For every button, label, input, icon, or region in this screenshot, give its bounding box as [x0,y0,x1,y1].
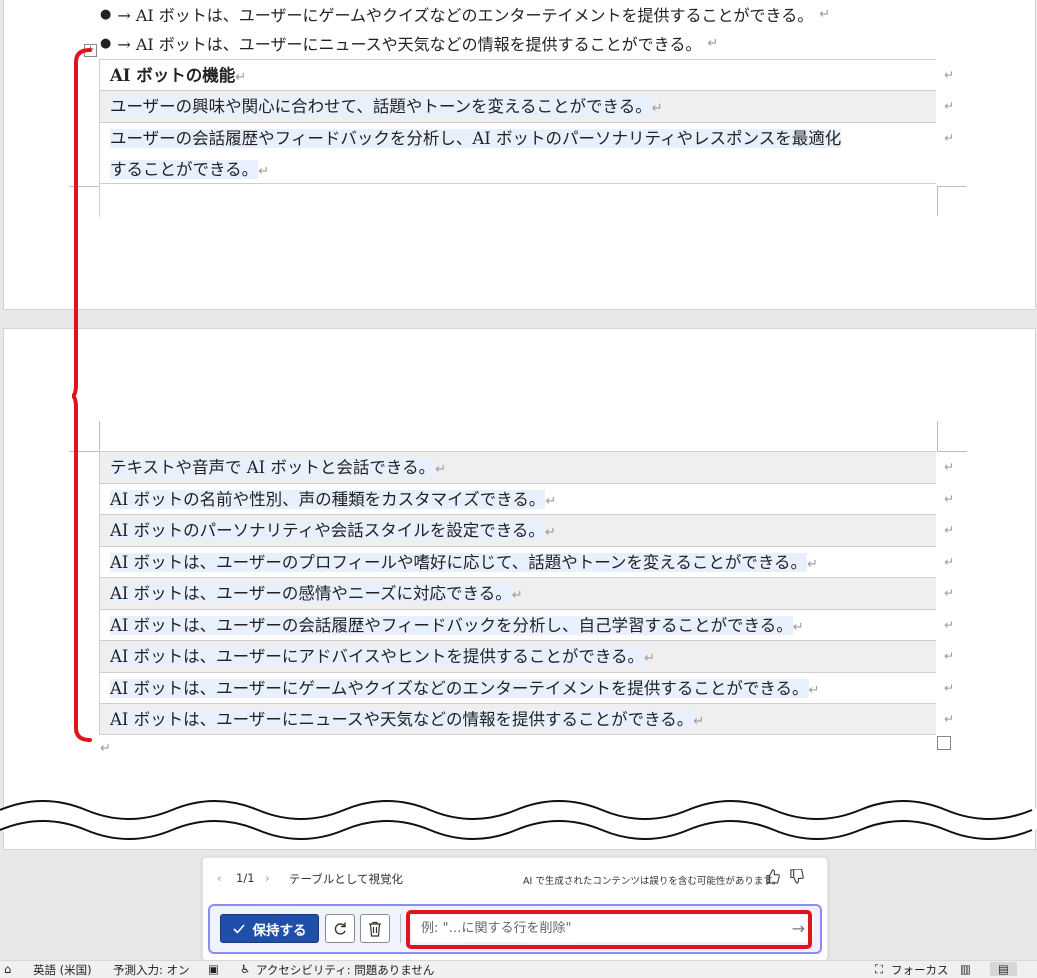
paragraph-mark: ↵ [819,6,831,22]
row-end-mark: ↵ [943,460,954,474]
check-icon [232,923,245,934]
page-corner-mark [937,451,967,452]
accessibility-icon[interactable]: ♿ [240,962,250,976]
trash-icon [369,921,381,937]
table-row[interactable]: AI ボットの機能↵ ↵ [100,59,954,90]
table-cell-continued: することができる。 [110,160,259,179]
row-end-mark: ↵ [943,618,954,632]
read-mode-icon[interactable]: ▥ [960,962,971,976]
bullet-item[interactable]: ● → AI ボットは、ユーザーにゲームやクイズなどのエンターテイメントを提供す… [100,2,830,26]
thumbs-up-icon[interactable] [765,869,780,887]
regenerate-icon [334,922,346,935]
table-resize-handle[interactable] [937,736,951,750]
row-end-mark: ↵ [943,523,954,537]
table-cell: AI ボットのパーソナリティや会話スタイルを設定できる。 [110,521,545,540]
table-row[interactable]: AI ボットは、ユーザーの会話履歴やフィードバックを分析し、自己学習することがで… [100,609,954,640]
red-bracket-annotation [71,48,92,742]
table-row[interactable]: テキストや音声で AI ボットと会話できる。↵ ↵ [100,451,954,483]
macro-icon[interactable]: ▣ [208,962,219,976]
keep-button-label: 保持する [252,922,307,939]
row-end-mark: ↵ [943,99,954,113]
bullet-item[interactable]: ● → AI ボットは、ユーザーにニュースや天気などの情報を提供することができる… [100,31,718,55]
table-cell: AI ボットは、ユーザーにニュースや天気などの情報を提供することができる。 [110,710,694,729]
table-row[interactable]: AI ボットは、ユーザーの感情やニーズに対応できる。↵ ↵ [100,577,954,609]
page-corner-mark [99,421,100,451]
table-row[interactable]: AI ボットは、ユーザーのプロフィールや嗜好に応じて、話題やトーンを変えることが… [100,546,954,577]
paragraph-mark: ↵ [100,741,111,756]
page-corner-mark [937,421,938,451]
red-highlight-box [406,910,812,949]
page-corner-mark [937,186,967,187]
table-cell: AI ボットは、ユーザーのプロフィールや嗜好に応じて、話題やトーンを変えることが… [110,553,808,572]
row-end-mark: ↵ [943,681,954,695]
paragraph-mark: ↵ [235,70,247,85]
table-cell: テキストや音声で AI ボットと会話できる。 [110,458,436,477]
row-end-mark: ↵ [943,649,954,663]
table-row[interactable]: AI ボットの名前や性別、声の種類をカスタマイズできる。↵ ↵ [100,483,954,514]
paragraph-mark: ↵ [258,164,270,179]
accessibility-status[interactable]: アクセシビリティ: 問題ありません [256,962,434,978]
table-border [99,451,100,735]
table-header-cell: AI ボットの機能 [110,66,236,85]
bullet-text: → AI ボットは、ユーザーにニュースや天気などの情報を提供することができる。 [117,35,702,54]
table-cell: AI ボットは、ユーザーの感情やニーズに対応できる。 [110,584,512,603]
paragraph-mark: ↵ [545,494,557,509]
wavy-cut-divider [0,800,1037,840]
row-end-mark: ↵ [943,555,954,569]
ai-disclaimer: AI で生成されたコンテンツは誤りを含む可能性があります。 [523,876,782,887]
page-corner-mark [937,186,938,216]
thumbs-down-icon[interactable] [789,868,804,887]
paragraph-mark: ↵ [511,588,523,603]
bullet-text: → AI ボットは、ユーザーにゲームやクイズなどのエンターテイメントを提供するこ… [117,6,814,25]
table-cell: AI ボットは、ユーザーの会話履歴やフィードバックを分析し、自己学習することがで… [110,616,793,635]
panel-title: テーブルとして視覚化 [289,872,403,886]
bullet-dot: ● [100,35,112,51]
keep-button[interactable]: 保持する [220,914,319,943]
paragraph-mark: ↵ [435,462,447,477]
row-end-mark: ↵ [943,712,954,726]
predictive-input-status[interactable]: 予測入力: オン [113,962,190,978]
table-row[interactable]: ユーザーの興味や関心に合わせて、話題やトーンを変えることができる。↵ ↵ [100,90,954,122]
row-end-mark: ↵ [943,68,954,82]
focus-icon[interactable]: ⛶ [875,962,883,977]
table-row[interactable]: AI ボットのパーソナリティや会話スタイルを設定できる。↵ ↵ [100,514,954,546]
table-1[interactable]: AI ボットの機能↵ ↵ ユーザーの興味や関心に合わせて、話題やトーンを変えるこ… [100,59,954,184]
spelling-icon[interactable]: ⌂ [4,962,11,976]
paragraph-mark: ↵ [792,620,804,635]
panel-header: ‹ 1/1 › テーブルとして視覚化 AI で生成されたコンテンツは誤りを含む可… [203,868,827,889]
row-end-mark: ↵ [943,492,954,506]
row-end-mark: ↵ [943,131,954,145]
paragraph-mark: ↵ [693,714,705,729]
table-cell: ユーザーの興味や関心に合わせて、話題やトーンを変えることができる。 [110,97,652,116]
row-end-mark: ↵ [943,586,954,600]
paragraph-mark: ↵ [807,557,818,572]
table-border [99,59,100,217]
print-layout-icon[interactable]: ▤ [990,962,1017,976]
toolbar-divider [400,914,401,943]
paragraph-mark: ↵ [644,651,655,666]
table-row[interactable]: AI ボットは、ユーザーにアドバイスやヒントを提供することができる。↵ ↵ [100,640,954,672]
table-row[interactable]: AI ボットは、ユーザーにニュースや天気などの情報を提供することができる。↵ ↵ [100,703,954,735]
table-cell: AI ボットの名前や性別、声の種類をカスタマイズできる。 [110,490,546,509]
table-row[interactable]: ユーザーの会話履歴やフィードバックを分析し、AI ボットのパーソナリティやレスポ… [100,122,954,184]
table-cell: ユーザーの会話履歴やフィードバックを分析し、AI ボットのパーソナリティやレスポ… [110,129,842,148]
table-cell: AI ボットは、ユーザーにアドバイスやヒントを提供することができる。 [110,647,645,666]
regenerate-button[interactable] [325,914,355,943]
table-2[interactable]: テキストや音声で AI ボットと会話できる。↵ ↵ AI ボットの名前や性別、声の… [100,451,954,735]
paragraph-mark: ↵ [707,35,719,51]
language-status[interactable]: 英語 (米国) [33,962,92,978]
discard-button[interactable] [360,914,390,943]
next-suggestion-button[interactable]: › [265,871,270,885]
focus-mode-button[interactable]: フォーカス [891,962,949,978]
table-row[interactable]: AI ボットは、ユーザーにゲームやクイズなどのエンターテイメントを提供することが… [100,672,954,703]
suggestion-counter: 1/1 [236,871,255,885]
paragraph-mark: ↵ [544,525,556,540]
prev-suggestion-button[interactable]: ‹ [217,871,222,885]
status-bar: ⌂ 英語 (米国) 予測入力: オン ▣ ♿ アクセシビリティ: 問題ありません… [0,960,1037,978]
table-cell: AI ボットは、ユーザーにゲームやクイズなどのエンターテイメントを提供することが… [110,679,809,698]
bullet-dot: ● [100,6,112,22]
paragraph-mark: ↵ [808,683,820,698]
paragraph-mark: ↵ [651,101,663,116]
